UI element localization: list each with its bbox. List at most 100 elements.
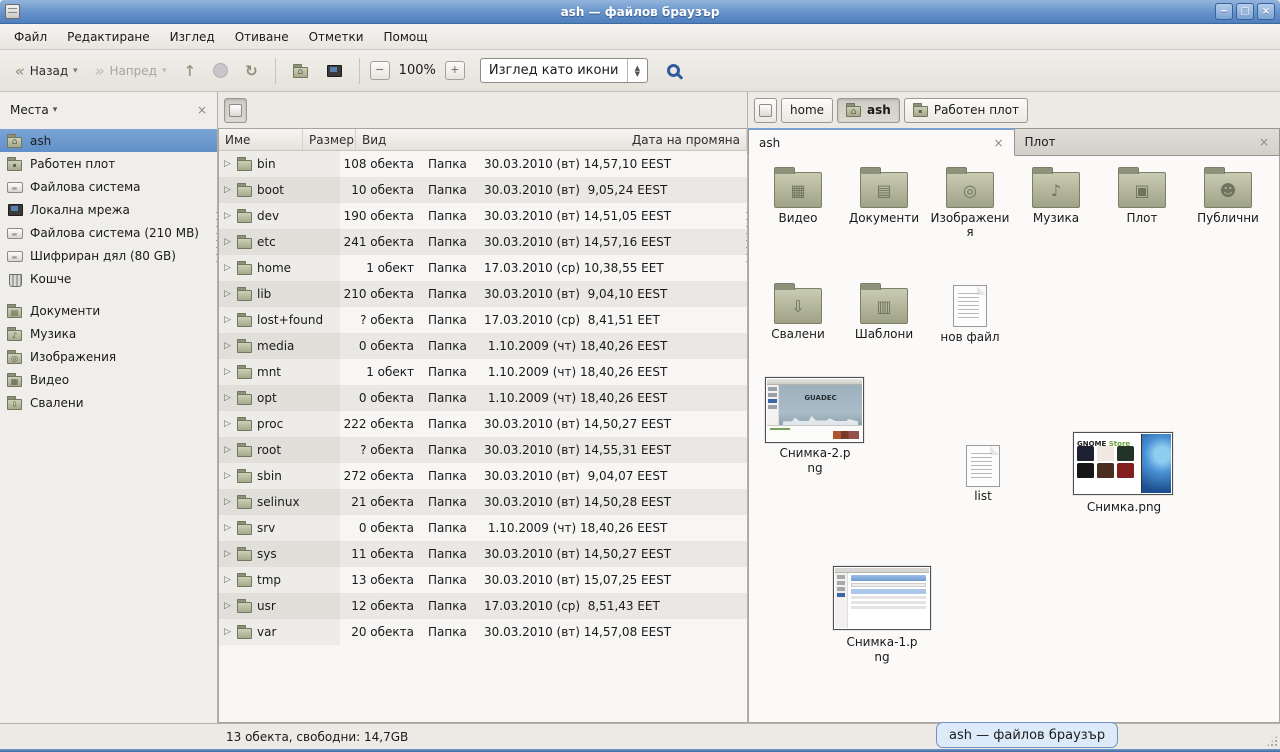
column-header[interactable]: Дата на промяна [626, 129, 747, 150]
column-header[interactable]: Размер [303, 129, 356, 150]
table-row[interactable]: lib 210 обекта Папка 30.03.2010 (вт) 9,0… [219, 281, 747, 307]
expander-icon[interactable] [222, 185, 233, 195]
menu-item[interactable]: Файл [4, 26, 57, 48]
back-button[interactable]: « Назад ▾ [8, 59, 85, 83]
folder-item[interactable]: Шаблони [841, 280, 927, 344]
folder-item[interactable]: Видео [755, 164, 841, 239]
back-dropdown-icon[interactable]: ▾ [73, 66, 78, 76]
breadcrumb-current-button[interactable]: ash [837, 98, 900, 123]
expander-icon[interactable] [222, 419, 233, 429]
file-label[interactable]: Снимка-2.png [777, 446, 853, 476]
table-row[interactable]: var 20 обекта Папка 30.03.2010 (вт) 14,5… [219, 619, 747, 645]
expander-icon[interactable] [222, 601, 233, 611]
table-row[interactable]: proc 222 обекта Папка 30.03.2010 (вт) 14… [219, 411, 747, 437]
stop-button[interactable] [206, 58, 235, 83]
folder-item[interactable]: Свалени [755, 280, 841, 344]
column-header[interactable]: Вид [356, 129, 626, 150]
file-label[interactable]: Снимка-1.png [844, 635, 920, 665]
zoom-out-button[interactable]: − [370, 61, 390, 80]
expander-icon[interactable] [222, 575, 233, 585]
view-mode-select[interactable]: Изглед като икони ▲▼ [480, 58, 648, 83]
sidebar-item[interactable]: ash [0, 129, 217, 152]
table-row[interactable]: home 1 обект Папка 17.03.2010 (ср) 10,38… [219, 255, 747, 281]
maximize-icon[interactable]: □ [1236, 3, 1254, 20]
zoom-in-button[interactable]: + [445, 61, 465, 80]
chevron-down-icon[interactable]: ▾ [53, 105, 58, 115]
home-button[interactable] [286, 59, 316, 83]
folder-item[interactable]: Публични [1185, 164, 1271, 239]
expander-icon[interactable] [222, 211, 233, 221]
table-row[interactable]: sys 11 обекта Папка 30.03.2010 (вт) 14,5… [219, 541, 747, 567]
expander-icon[interactable] [222, 393, 233, 403]
expander-icon[interactable] [222, 627, 233, 637]
image-thumbnail-snimka2[interactable]: GUADEC [765, 377, 864, 443]
tab-ash[interactable]: ash × [748, 128, 1015, 156]
table-row[interactable]: media 0 обекта Папка 1.10.2009 (чт) 18,4… [219, 333, 747, 359]
menu-item[interactable]: Изглед [160, 26, 225, 48]
up-button[interactable]: ↑ [177, 59, 204, 83]
file-label[interactable]: list [946, 489, 1020, 504]
table-row[interactable]: tmp 13 обекта Папка 30.03.2010 (вт) 15,0… [219, 567, 747, 593]
table-row[interactable]: selinux 21 обекта Папка 30.03.2010 (вт) … [219, 489, 747, 515]
tab-plot[interactable]: Плот × [1015, 128, 1280, 156]
sidebar-item[interactable]: Изображения [0, 345, 217, 368]
sidebar-item[interactable]: Локална мрежа [0, 198, 217, 221]
icon-canvas[interactable]: Видео Документи Изображения [748, 156, 1280, 723]
table-row[interactable]: etc 241 обекта Папка 30.03.2010 (вт) 14,… [219, 229, 747, 255]
table-row[interactable]: mnt 1 обект Папка 1.10.2009 (чт) 18,40,2… [219, 359, 747, 385]
folder-item[interactable]: Плот [1099, 164, 1185, 239]
file-label[interactable]: Снимка.png [1079, 500, 1169, 515]
menu-item[interactable]: Редактиране [57, 26, 160, 48]
expander-icon[interactable] [222, 367, 233, 377]
file-item[interactable]: нов файл [927, 280, 1013, 344]
expander-icon[interactable] [222, 237, 233, 247]
menu-item[interactable]: Отметки [299, 26, 374, 48]
table-row[interactable]: srv 0 обекта Папка 1.10.2009 (чт) 18,40,… [219, 515, 747, 541]
sidebar-item[interactable]: Шифриран дял (80 GB) [0, 244, 217, 267]
sidebar-item[interactable]: Кошче [0, 267, 217, 290]
table-row[interactable]: boot 10 обекта Папка 30.03.2010 (вт) 9,0… [219, 177, 747, 203]
expander-icon[interactable] [222, 445, 233, 455]
image-thumbnail-snimka[interactable]: GNOME Store [1073, 432, 1173, 495]
computer-button[interactable] [319, 59, 349, 83]
column-header[interactable]: Име [219, 129, 303, 150]
table-row[interactable]: lost+found ? обекта Папка 17.03.2010 (ср… [219, 307, 747, 333]
expander-icon[interactable] [222, 263, 233, 273]
reload-button[interactable]: ↻ [238, 59, 265, 83]
table-row[interactable]: opt 0 обекта Папка 1.10.2009 (чт) 18,40,… [219, 385, 747, 411]
sidebar-item[interactable]: Документи [0, 299, 217, 322]
sidebar-item[interactable]: Файлова система [0, 175, 217, 198]
table-row[interactable]: bin 108 обекта Папка 30.03.2010 (вт) 14,… [219, 151, 747, 177]
close-icon[interactable]: × [1257, 3, 1275, 20]
folder-item[interactable]: Изображения [927, 164, 1013, 239]
expander-icon[interactable] [222, 289, 233, 299]
tab-close-icon[interactable]: × [993, 136, 1003, 150]
sidebar-item[interactable]: Файлова система (210 MB) [0, 221, 217, 244]
expander-icon[interactable] [222, 497, 233, 507]
menu-item[interactable]: Отиване [225, 26, 299, 48]
resize-grip[interactable] [1266, 735, 1278, 747]
sidebar-close-icon[interactable]: × [197, 103, 207, 117]
breadcrumb-desktop-button[interactable]: Работен плот [904, 98, 1028, 123]
forward-button[interactable]: » Напред ▾ [88, 59, 174, 83]
breadcrumb-root-button[interactable] [224, 98, 247, 123]
sidebar-item[interactable]: Музика [0, 322, 217, 345]
search-button[interactable] [661, 58, 687, 84]
expander-icon[interactable] [222, 523, 233, 533]
forward-dropdown-icon[interactable]: ▾ [162, 66, 167, 76]
sidebar-title[interactable]: Места [10, 103, 49, 117]
tab-close-icon[interactable]: × [1259, 135, 1269, 149]
minimize-icon[interactable]: − [1215, 3, 1233, 20]
table-row[interactable]: dev 190 обекта Папка 30.03.2010 (вт) 14,… [219, 203, 747, 229]
expander-icon[interactable] [222, 471, 233, 481]
sidebar-item[interactable]: Видео [0, 368, 217, 391]
combo-spinner-icon[interactable]: ▲▼ [627, 59, 647, 82]
text-file-icon[interactable] [966, 445, 1000, 487]
table-row[interactable]: usr 12 обекта Папка 17.03.2010 (ср) 8,51… [219, 593, 747, 619]
sidebar-item[interactable]: Свалени [0, 391, 217, 414]
breadcrumb-root-button[interactable] [754, 98, 777, 123]
menu-item[interactable]: Помощ [374, 26, 438, 48]
image-thumbnail-snimka1[interactable] [833, 566, 931, 630]
sidebar-item[interactable]: Работен плот [0, 152, 217, 175]
folder-item[interactable]: Музика [1013, 164, 1099, 239]
